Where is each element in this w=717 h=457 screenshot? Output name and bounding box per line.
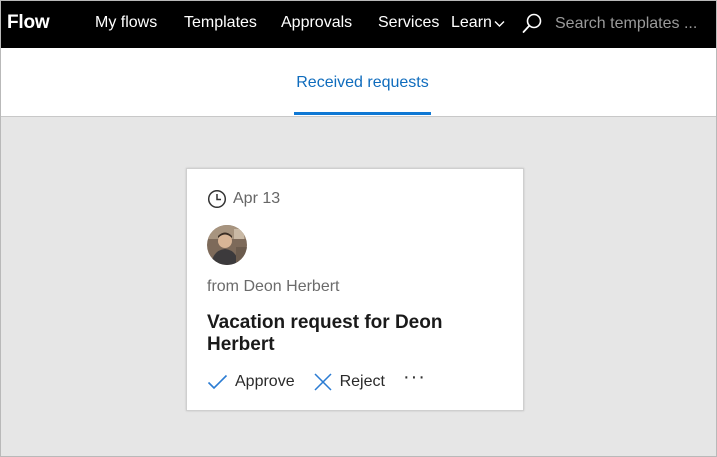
- request-date-text: Apr 13: [233, 190, 281, 207]
- nav-approvals[interactable]: Approvals: [281, 14, 352, 32]
- request-date: Apr 13: [207, 189, 280, 209]
- request-actions: Approve Reject ···: [207, 366, 426, 391]
- brand-logo[interactable]: Flow: [7, 12, 50, 34]
- nav-my-flows[interactable]: My flows: [95, 14, 157, 32]
- approve-button[interactable]: Approve: [207, 373, 295, 391]
- app-window: Flow My flows Templates Approvals Servic…: [0, 0, 717, 457]
- request-title[interactable]: Vacation request for Deon Herbert: [207, 312, 507, 356]
- chevron-down-icon: [494, 21, 505, 27]
- checkmark-icon: [207, 374, 228, 390]
- search-icon[interactable]: [522, 13, 542, 34]
- nav-templates[interactable]: Templates: [184, 14, 257, 32]
- tab-received-requests[interactable]: Received requests: [294, 74, 431, 92]
- request-sender: from Deon Herbert: [207, 278, 340, 295]
- nav-services[interactable]: Services: [378, 14, 439, 32]
- more-icon[interactable]: ···: [403, 366, 426, 389]
- top-navigation-bar: Flow My flows Templates Approvals Servic…: [1, 1, 716, 48]
- approval-request-card: Apr 13 from Deon Herbert Vacation reques…: [186, 168, 524, 411]
- close-icon: [314, 373, 332, 391]
- nav-learn[interactable]: Learn: [451, 14, 505, 32]
- tab-bar: Received requests: [1, 48, 716, 117]
- nav-learn-label: Learn: [451, 14, 492, 31]
- reject-label: Reject: [339, 373, 385, 390]
- approve-label: Approve: [235, 373, 295, 390]
- avatar: [207, 225, 247, 265]
- reject-button[interactable]: Reject: [313, 373, 385, 391]
- active-tab-indicator: [294, 112, 431, 115]
- clock-icon: [207, 189, 227, 209]
- search-input[interactable]: [553, 12, 716, 36]
- avatar-photo: [207, 225, 247, 265]
